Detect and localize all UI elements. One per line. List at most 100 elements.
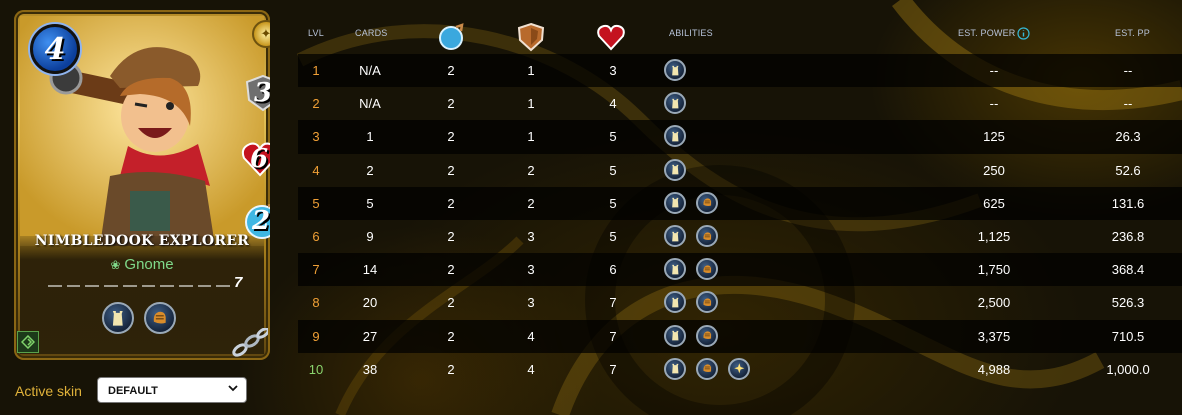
row-speed: 2 (447, 361, 455, 377)
row-health: 5 (609, 228, 617, 244)
row-est-power: 1,125 (977, 228, 1011, 244)
row-level: 3 (312, 129, 320, 145)
armor-stat: 3 (244, 74, 270, 112)
row-est-power: 125 (983, 129, 1005, 145)
glove-ability-icon[interactable] (696, 324, 718, 347)
row-cards: 1 (366, 129, 374, 145)
table-body: 1 N/A 2 1 3 -- -- 2 N/A 2 1 4 -- -- 3 1 … (298, 54, 1182, 386)
level-progress-bar (48, 285, 231, 287)
table-row: 6 9 2 3 5 1,125 236.8 (298, 220, 1182, 253)
tower-ability-icon[interactable] (664, 191, 686, 214)
table-row: 8 20 2 3 7 2,500 526.3 (298, 286, 1182, 319)
row-attack: 1 (527, 96, 535, 112)
glove-ability-icon[interactable] (696, 191, 718, 214)
header-est-pp: EST. PP (1115, 28, 1150, 38)
row-abilities (664, 191, 718, 214)
table-row: 4 2 2 2 5 250 52.6 (298, 154, 1182, 187)
row-abilities (664, 357, 750, 380)
active-skin-label: Active skin (15, 383, 82, 399)
row-health: 5 (609, 195, 617, 211)
row-health: 5 (609, 129, 617, 145)
card-type: ❀ Gnome (110, 256, 174, 273)
glove-ability-icon[interactable] (696, 224, 718, 247)
speed-icon (439, 23, 464, 50)
row-est-pp: 368.4 (1111, 262, 1145, 278)
info-icon[interactable] (1017, 27, 1030, 40)
row-est-pp: 236.8 (1111, 228, 1145, 244)
row-speed: 2 (447, 96, 455, 112)
row-est-pp: -- (1123, 96, 1133, 112)
monster-card[interactable]: 4 ✦ 3 6 2 NIMBLEDOOK EXPLORER ❀Gnome 7 (14, 10, 270, 360)
heart-icon (597, 24, 625, 51)
row-attack: 2 (527, 162, 535, 178)
row-health: 7 (609, 361, 617, 377)
row-speed: 2 (447, 295, 455, 311)
tower-ability-icon[interactable] (664, 59, 686, 81)
card-level: 7 (234, 274, 243, 291)
tower-ability-icon[interactable] (664, 92, 686, 115)
row-est-power: 250 (983, 162, 1005, 178)
row-abilities (664, 224, 718, 247)
row-abilities (664, 125, 686, 148)
level-stats-table: LVL CARDS ABILITIES EST. POWER EST. PP 1… (298, 22, 1182, 380)
table-row: 1 N/A 2 1 3 -- -- (298, 54, 1182, 88)
table-row: 5 5 2 2 5 625 131.6 (298, 186, 1182, 220)
row-health: 4 (609, 96, 617, 112)
skin-select-value: DEFAULT (108, 385, 158, 397)
row-level: 1 (312, 63, 320, 78)
tower-ability-icon[interactable] (664, 291, 686, 314)
health-stat: 6 (240, 140, 270, 178)
tower-ability-icon[interactable] (102, 302, 134, 334)
row-est-pp: -- (1123, 63, 1133, 78)
row-est-power: 1,750 (977, 262, 1011, 278)
tower-ability-icon[interactable] (664, 125, 686, 148)
row-cards: 27 (362, 328, 378, 344)
row-est-pp: 26.3 (1115, 129, 1141, 145)
table-row: 3 1 2 1 5 125 26.3 (298, 120, 1182, 154)
glove-ability-icon[interactable] (144, 302, 176, 334)
table-row: 9 27 2 4 7 3,375 710.5 (298, 319, 1182, 353)
row-abilities (664, 291, 718, 314)
row-attack: 2 (527, 195, 535, 211)
row-est-pp: 131.6 (1111, 195, 1145, 211)
table-row: 10 38 2 4 7 4,988 1,000.0 (298, 353, 1182, 386)
card-abilities (102, 302, 176, 334)
row-est-power: -- (989, 96, 999, 112)
row-speed: 2 (447, 262, 455, 278)
row-cards: N/A (359, 63, 381, 78)
row-attack: 1 (527, 63, 535, 78)
row-speed: 2 (447, 63, 455, 78)
row-cards: 9 (366, 228, 374, 244)
header-cards: CARDS (355, 28, 388, 38)
row-level: 7 (312, 262, 320, 278)
glove-ability-icon[interactable] (696, 357, 718, 380)
row-attack: 4 (527, 361, 535, 377)
glove-ability-icon[interactable] (696, 291, 718, 314)
row-est-power: 625 (983, 195, 1005, 211)
row-level: 5 (312, 195, 320, 211)
header-lvl: LVL (308, 28, 324, 38)
row-abilities (664, 59, 686, 81)
chevron-down-icon (228, 385, 238, 392)
tower-ability-icon[interactable] (664, 158, 686, 181)
tower-ability-icon[interactable] (664, 258, 686, 281)
row-est-power: 4,988 (977, 361, 1011, 377)
row-speed: 2 (447, 195, 455, 211)
star-ability-icon[interactable] (728, 357, 750, 380)
tower-ability-icon[interactable] (664, 324, 686, 347)
glove-ability-icon[interactable] (696, 258, 718, 281)
row-abilities (664, 324, 718, 347)
tower-ability-icon[interactable] (664, 357, 686, 380)
row-level: 10 (308, 361, 324, 377)
row-attack: 3 (527, 295, 535, 311)
row-cards: 2 (366, 162, 374, 178)
row-attack: 1 (527, 129, 535, 145)
table-header: LVL CARDS ABILITIES EST. POWER EST. PP (298, 22, 1182, 54)
row-cards: 14 (362, 262, 378, 278)
chain-decoration (232, 328, 268, 357)
row-level: 9 (312, 328, 320, 344)
row-est-pp: 1,000.0 (1106, 361, 1150, 377)
header-est-power: EST. POWER (958, 28, 1016, 38)
skin-select[interactable]: DEFAULT (97, 377, 247, 403)
tower-ability-icon[interactable] (664, 224, 686, 247)
